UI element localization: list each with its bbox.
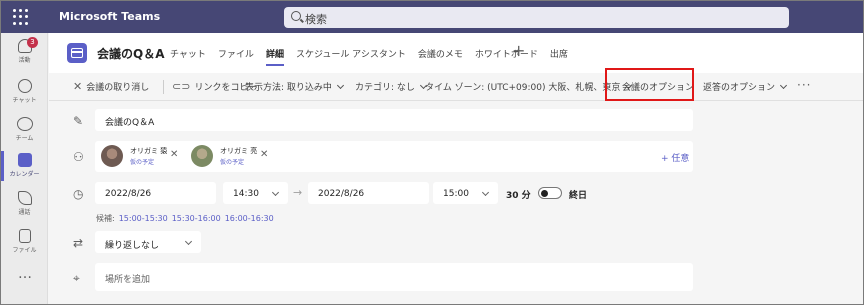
repeat-dropdown[interactable]: 繰り返しなし	[95, 231, 201, 253]
cancel-meeting-label: 会議の取り消し	[86, 83, 150, 93]
calendar-icon	[17, 153, 32, 167]
chevron-down-icon	[184, 237, 193, 246]
app-rail: 3 活動 チャット チーム カレンダー 通話 ファイル …	[1, 33, 48, 304]
search-icon	[291, 11, 301, 21]
end-time-dropdown[interactable]: 15:00	[433, 182, 498, 204]
pencil-icon: ✎	[73, 114, 84, 128]
title-value: 会議のQ＆A	[105, 118, 155, 128]
category-label: カテゴリ: なし	[355, 83, 415, 93]
clock-icon: ◷	[73, 187, 84, 201]
start-date-field[interactable]: 2022/8/26	[95, 182, 216, 204]
suggestion-link[interactable]: 15:00-15:30	[119, 214, 168, 223]
start-time-dropdown[interactable]: 14:30	[223, 182, 288, 204]
end-date-field[interactable]: 2022/8/26	[308, 182, 429, 204]
location-placeholder: 場所を追加	[105, 275, 151, 285]
close-icon: ✕	[73, 80, 83, 93]
toolbar-divider	[163, 80, 164, 94]
tab-details[interactable]: 詳細	[265, 47, 284, 66]
search-box[interactable]: 検索	[284, 7, 789, 28]
highlight-box	[605, 68, 694, 101]
start-date-value: 2022/8/26	[105, 189, 152, 199]
attendee-name: オリガミ 猿	[130, 147, 168, 155]
app-launcher-icon[interactable]	[13, 9, 29, 25]
show-as-dropdown[interactable]: 表示方法: 取り込み中	[245, 80, 344, 93]
meeting-calendar-icon	[67, 43, 87, 63]
add-tab-button[interactable]: +	[512, 41, 525, 60]
category-dropdown[interactable]: カテゴリ: なし	[355, 80, 427, 93]
attendee-status: 仮の予定	[130, 159, 155, 166]
timezone-label: タイム ゾーン: (UTC+09:00) 大阪、札幌、東京	[425, 83, 621, 93]
meeting-header: 会議のQ＆A チャット ファイル 詳細 スケジュール アシスタント 会議のメモ …	[49, 33, 863, 73]
repeat-value: 繰り返しなし	[105, 241, 160, 251]
rail-item-teams[interactable]: チーム	[1, 113, 48, 149]
tab-files[interactable]: ファイル	[218, 47, 254, 60]
suggestions-label: 候補:	[96, 214, 115, 223]
app-name: Microsoft Teams	[59, 10, 161, 23]
rail-label: 通話	[18, 209, 31, 216]
repeat-icon: ⇄	[73, 236, 84, 250]
activity-badge: 3	[27, 37, 38, 48]
rail-item-chat[interactable]: チャット	[1, 75, 48, 111]
arrow-right-icon: →	[293, 186, 303, 199]
location-field[interactable]: 場所を追加	[95, 263, 693, 291]
more-apps-button[interactable]: …	[18, 266, 33, 282]
rail-item-calendar[interactable]: カレンダー	[1, 149, 48, 185]
rail-label: チャット	[12, 97, 37, 104]
time-suggestions: 候補: 15:00-15:30 15:30-16:00 16:00-16:30	[96, 213, 274, 224]
top-bar: Microsoft Teams 検索	[1, 1, 863, 33]
tab-meeting-notes[interactable]: 会議のメモ	[418, 47, 463, 60]
meeting-toolbar: ✕ 会議の取り消し ⊂⊃ リンクをコピー 表示方法: 取り込み中 カテゴリ: なし …	[49, 73, 863, 101]
attendee-name: オリガミ 亮	[220, 147, 258, 155]
location-icon: ⌖	[73, 271, 80, 285]
add-optional-button[interactable]: + 任意	[661, 151, 689, 164]
tab-chat[interactable]: チャット	[170, 47, 206, 60]
attendee-status: 仮の予定	[220, 159, 245, 166]
rail-item-calls[interactable]: 通話	[1, 187, 48, 223]
start-time-value: 14:30	[233, 189, 259, 199]
rail-item-activity[interactable]: 3 活動	[1, 35, 48, 71]
all-day-label: 終日	[569, 191, 588, 201]
chat-icon	[17, 79, 32, 93]
chevron-down-icon	[779, 81, 788, 90]
tab-whiteboard[interactable]: ホワイトボード	[475, 47, 538, 60]
teams-window: Microsoft Teams 検索 3 活動 チャット チーム カレンダー 通…	[0, 0, 864, 305]
people-icon: ⚇	[73, 150, 84, 164]
response-options-label: 返答のオプション	[703, 83, 776, 93]
all-day-toggle[interactable]	[538, 187, 562, 199]
attendees-field[interactable]	[95, 141, 693, 172]
tab-scheduling-assistant[interactable]: スケジュール アシスタント	[296, 47, 406, 60]
tab-attendance[interactable]: 出席	[550, 47, 568, 60]
chevron-down-icon	[336, 81, 344, 90]
rail-item-files[interactable]: ファイル	[1, 225, 48, 261]
page-title: 会議のQ＆A	[97, 47, 165, 61]
timezone-dropdown[interactable]: タイム ゾーン: (UTC+09:00) 大阪、札幌、東京	[425, 80, 633, 93]
chevron-down-icon	[271, 188, 280, 197]
file-icon	[18, 229, 31, 243]
avatar	[191, 145, 213, 167]
end-time-value: 15:00	[443, 189, 469, 199]
phone-icon	[17, 191, 32, 205]
rail-label: ファイル	[12, 247, 37, 254]
end-date-value: 2022/8/26	[318, 189, 365, 199]
cancel-meeting-button[interactable]: ✕ 会議の取り消し	[73, 80, 149, 93]
link-icon: ⊂⊃	[172, 80, 191, 93]
chevron-down-icon	[481, 188, 490, 197]
rail-label: カレンダー	[9, 171, 40, 178]
rail-label: チーム	[15, 135, 34, 142]
response-options-dropdown[interactable]: 返答のオプション	[703, 80, 788, 93]
rail-label: 活動	[18, 57, 31, 64]
remove-attendee-button[interactable]: ✕	[170, 149, 178, 160]
show-as-label: 表示方法: 取り込み中	[245, 83, 332, 93]
title-field[interactable]: 会議のQ＆A	[95, 109, 693, 131]
suggestion-link[interactable]: 15:30-16:00	[172, 214, 221, 223]
duration: 30 分	[506, 191, 531, 201]
search-placeholder: 検索	[305, 13, 327, 26]
suggestion-link[interactable]: 16:00-16:30	[225, 214, 274, 223]
remove-attendee-button[interactable]: ✕	[260, 149, 268, 160]
more-options-button[interactable]: ···	[797, 78, 811, 92]
teams-icon	[16, 117, 33, 131]
avatar	[101, 145, 123, 167]
